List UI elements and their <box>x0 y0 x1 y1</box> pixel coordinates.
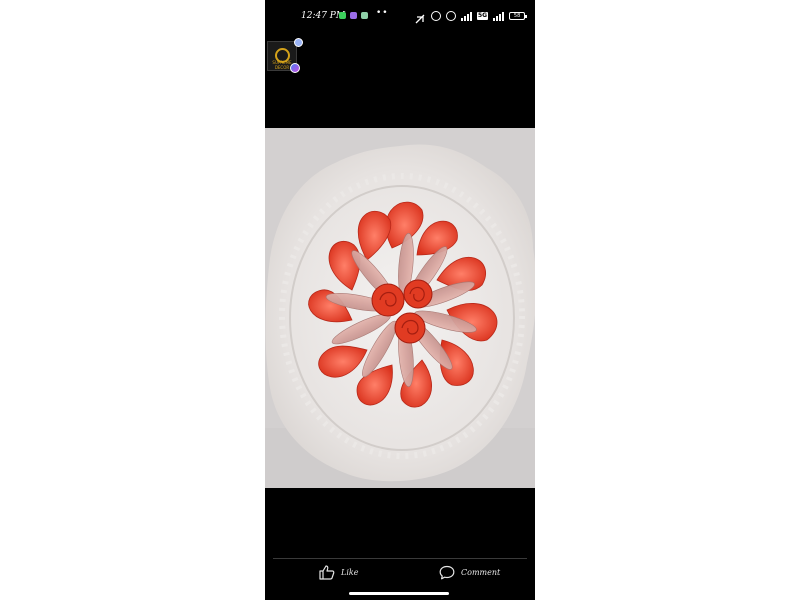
online-status-dot <box>294 38 303 47</box>
comment-button[interactable]: Comment <box>439 565 500 580</box>
network-type-label: 5G <box>477 11 489 20</box>
like-button[interactable]: Like <box>319 565 358 580</box>
alarm-icon <box>415 10 426 24</box>
purple-app-icon <box>350 12 357 19</box>
post-photo[interactable] <box>265 128 535 488</box>
signal-icon <box>493 11 505 21</box>
data-saver-icon <box>446 10 456 21</box>
green-app-icon <box>339 12 346 19</box>
notification-icons <box>339 12 368 19</box>
more-notifications-indicator: •• <box>376 8 389 18</box>
gallery-app-icon <box>361 12 368 19</box>
like-label: Like <box>341 568 359 577</box>
system-icons: 5G 58 <box>415 10 528 24</box>
clock-icon <box>431 10 441 21</box>
battery-icon: 58 <box>509 11 528 20</box>
phone-screen: 12:47 PM •• 5G 58 SUPREME DECOR Like Com… <box>265 0 535 600</box>
comment-label: Comment <box>461 568 501 577</box>
signal-icon <box>461 11 472 21</box>
messenger-icon[interactable] <box>290 63 300 73</box>
food-photo <box>265 128 535 488</box>
thumbs-up-icon <box>319 565 335 580</box>
home-indicator[interactable] <box>349 592 449 595</box>
comment-bubble-icon <box>439 565 455 580</box>
action-bar-divider <box>273 558 527 559</box>
status-bar: 12:47 PM •• 5G 58 <box>265 0 535 34</box>
